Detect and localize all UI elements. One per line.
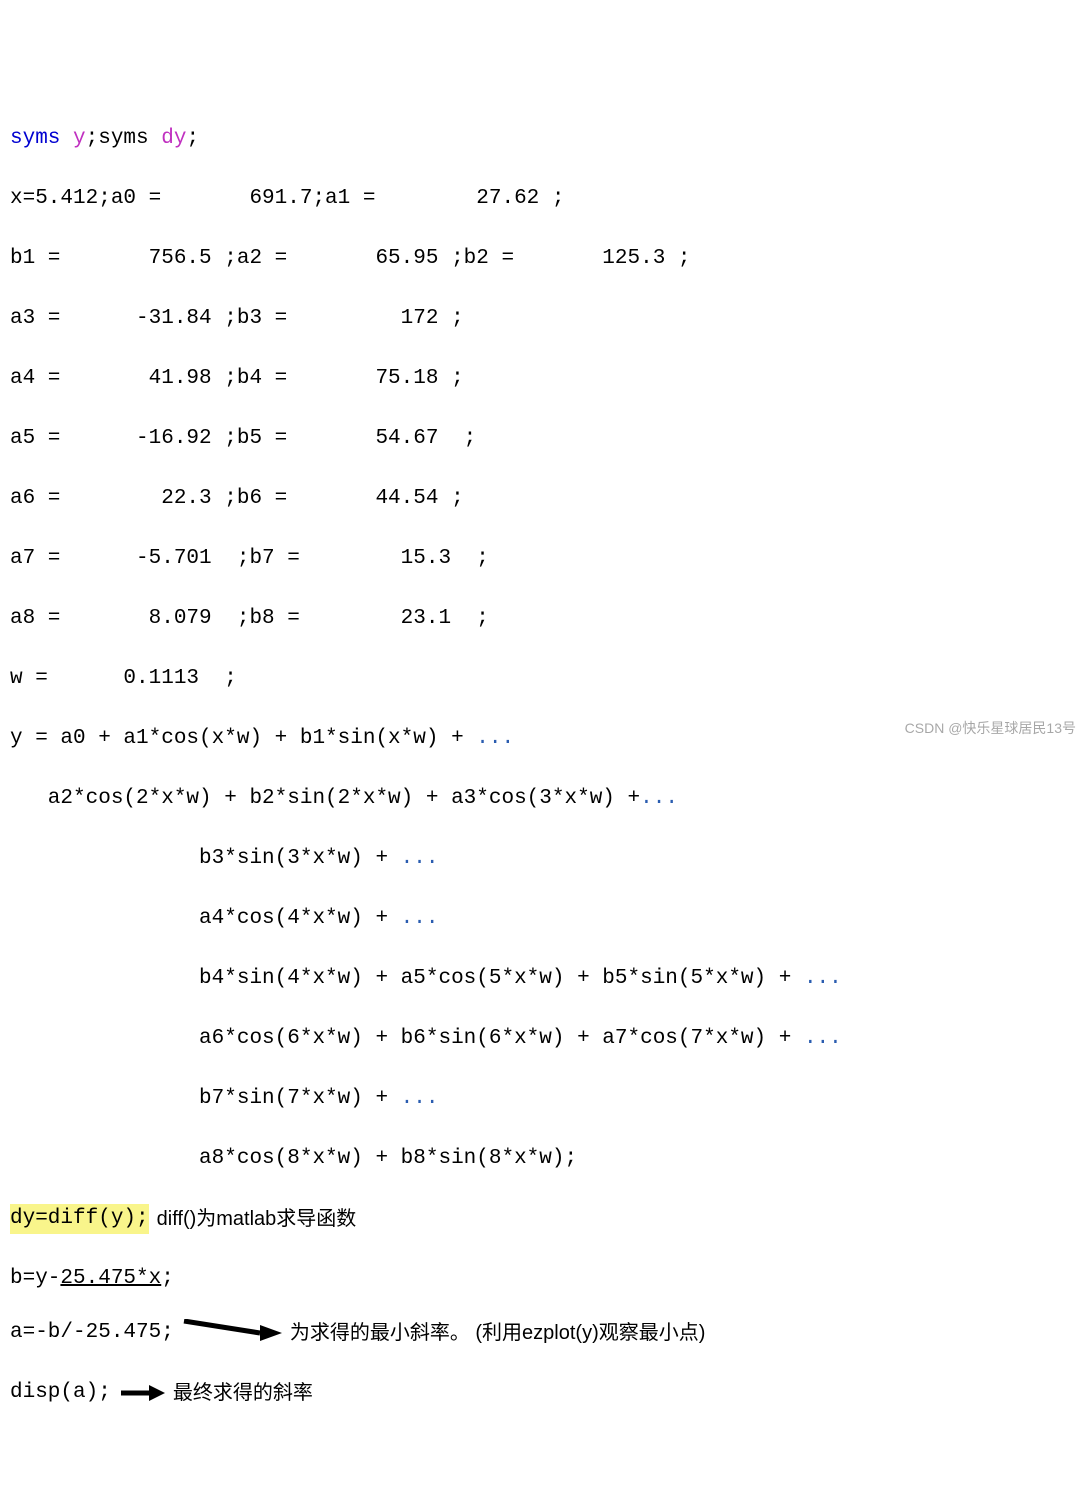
code-line-8: a7 = -5.701 ;b7 = 15.3 ; xyxy=(10,544,1082,574)
annotation-diff: diff()为matlab求导函数 xyxy=(157,1204,357,1234)
code-line-1: syms y;syms dy; xyxy=(10,124,1082,154)
arrow-right-icon xyxy=(119,1382,165,1404)
symbol-dy: dy xyxy=(161,127,186,150)
continuation-dots: ... xyxy=(804,967,842,990)
code-line-7: a6 = 22.3 ;b6 = 44.54 ; xyxy=(10,484,1082,514)
continuation-dots: ... xyxy=(640,787,678,810)
code-line-4: a3 = -31.84 ;b3 = 172 ; xyxy=(10,304,1082,334)
code-line-17: b7*sin(7*x*w) + ... xyxy=(10,1084,1082,1114)
code-line-5: a4 = 41.98 ;b4 = 75.18 ; xyxy=(10,364,1082,394)
code-line-16: a6*cos(6*x*w) + b6*sin(6*x*w) + a7*cos(7… xyxy=(10,1024,1082,1054)
continuation-dots: ... xyxy=(476,727,514,750)
code-line-21-row: a=-b/-25.475; 为求得的最小斜率。 (利用ezplot(y)观察最小点… xyxy=(10,1318,1082,1348)
code-line-22-row: disp(a); 最终求得的斜率 xyxy=(10,1378,1082,1408)
code-line-18: a8*cos(8*x*w) + b8*sin(8*x*w); xyxy=(10,1144,1082,1174)
code-line-22: disp(a); xyxy=(10,1378,111,1408)
code-line-19-row: dy=diff(y); diff()为matlab求导函数 xyxy=(10,1204,1082,1234)
continuation-dots: ... xyxy=(804,1027,842,1050)
code-line-20: b=y-25.475*x; xyxy=(10,1264,1082,1294)
code-line-10: w = 0.1113 ; xyxy=(10,664,1082,694)
code-line-15: b4*sin(4*x*w) + a5*cos(5*x*w) + b5*sin(5… xyxy=(10,964,1082,994)
underlined-slope: 25.475*x xyxy=(60,1267,161,1290)
code-line-9: a8 = 8.079 ;b8 = 23.1 ; xyxy=(10,604,1082,634)
highlighted-diff-line: dy=diff(y); xyxy=(10,1204,149,1234)
code-line-21: a=-b/-25.475; xyxy=(10,1318,174,1348)
keyword-syms: syms xyxy=(10,127,73,150)
code-line-14: a4*cos(4*x*w) + ... xyxy=(10,904,1082,934)
annotation-final: 最终求得的斜率 xyxy=(173,1378,313,1408)
arrow-right-icon xyxy=(182,1319,282,1347)
continuation-dots: ... xyxy=(401,907,439,930)
code-line-12: a2*cos(2*x*w) + b2*sin(2*x*w) + a3*cos(3… xyxy=(10,784,1082,814)
code-line-3: b1 = 756.5 ;a2 = 65.95 ;b2 = 125.3 ; xyxy=(10,244,1082,274)
annotation-slope: 为求得的最小斜率。 (利用ezplot(y)观察最小点) xyxy=(290,1318,706,1348)
code-line-2: x=5.412;a0 = 691.7;a1 = 27.62 ; xyxy=(10,184,1082,214)
code-line-13: b3*sin(3*x*w) + ... xyxy=(10,844,1082,874)
watermark: CSDN @快乐星球居民13号 xyxy=(905,713,1076,743)
continuation-dots: ... xyxy=(401,1087,439,1110)
symbol-y: y xyxy=(73,127,86,150)
code-line-6: a5 = -16.92 ;b5 = 54.67 ; xyxy=(10,424,1082,454)
continuation-dots: ... xyxy=(401,847,439,870)
